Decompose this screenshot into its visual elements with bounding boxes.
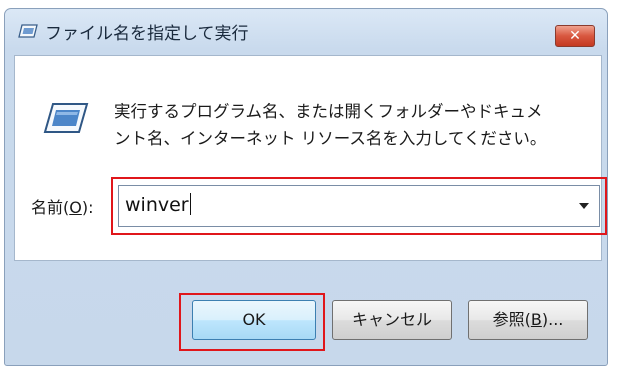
run-dialog-icon [18, 24, 38, 38]
name-field-label: 名前(O): [31, 198, 94, 217]
cancel-button[interactable]: キャンセル [332, 300, 452, 340]
close-icon: ✕ [569, 28, 581, 44]
title-bar: ファイル名を指定して実行 ✕ [5, 9, 607, 51]
chevron-down-icon[interactable] [579, 203, 589, 209]
text-caret [189, 193, 191, 215]
ok-button[interactable]: OK [192, 300, 316, 340]
instruction-text: 実行するプログラム名、または開くフォルダーやドキュメ ント名、インターネット リ… [114, 98, 594, 152]
run-program-icon [43, 103, 89, 133]
program-name-value[interactable]: winver [125, 193, 191, 216]
window-title: ファイル名を指定して実行 [45, 24, 249, 44]
instruction-line-1: 実行するプログラム名、または開くフォルダーやドキュメ [114, 102, 543, 121]
program-name-combobox[interactable]: winver [118, 185, 600, 227]
run-dialog-window: ファイル名を指定して実行 ✕ 実行するプログラム名、または開くフォルダーやドキュ… [4, 8, 608, 366]
close-button[interactable]: ✕ [555, 25, 595, 47]
instruction-line-2: ント名、インターネット リソース名を入力してください。 [114, 129, 547, 148]
browse-button[interactable]: 参照(B)... [468, 300, 588, 340]
